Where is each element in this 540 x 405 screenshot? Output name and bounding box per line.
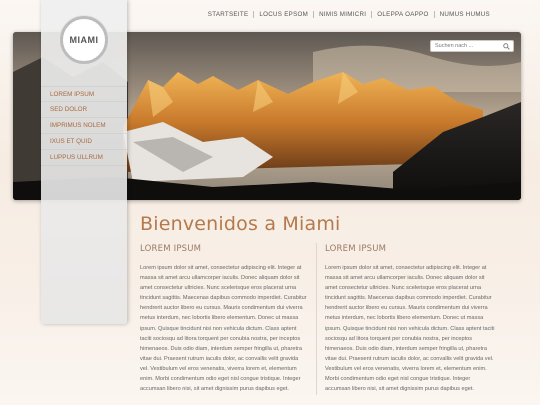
nav-link-numus-humus[interactable]: NUMUS HUMUS	[435, 11, 495, 18]
sidebar-menu: LOREM IPSUM SED DOLOR IMPRIMUS NOLEM IXU…	[41, 86, 127, 166]
nav-link-locus-epsom[interactable]: LOCUS EPSOM	[254, 11, 313, 18]
page-title: Bienvenidos a Miami	[140, 213, 341, 235]
top-navigation: STARTSEITE LOCUS EPSOM NIMIS MIMICRI OLE…	[203, 11, 495, 18]
nav-link-oleppa-oappo[interactable]: OLEPPA OAPPO	[372, 11, 433, 18]
logo-text: MIAMI	[69, 35, 99, 45]
logo[interactable]: MIAMI	[60, 16, 108, 64]
search-icon[interactable]	[503, 43, 510, 50]
sidebar-item-imprimus-nolem[interactable]: IMPRIMUS NOLEM	[41, 118, 127, 134]
sidebar-item-luppus-ullrum[interactable]: LUPPUS ULLRUM	[41, 150, 127, 166]
column-divider	[316, 243, 317, 395]
search-placeholder: Suchen nach ...	[435, 43, 474, 49]
sidebar-item-ixus-et-quid[interactable]: IXUS ET QUID	[41, 134, 127, 150]
sidebar-item-lorem-ipsum[interactable]: LOREM IPSUM	[41, 86, 127, 102]
sidebar: MIAMI LOREM IPSUM SED DOLOR IMPRIMUS NOL…	[41, 0, 127, 324]
nav-link-nimis-mimicri[interactable]: NIMIS MIMICRI	[314, 11, 371, 18]
nav-link-startseite[interactable]: STARTSEITE	[203, 11, 254, 18]
column-heading: LOREM IPSUM	[140, 244, 202, 254]
column-body-text: Lorem ipsum dolor sit amet, consectetur …	[140, 265, 307, 393]
content-column-left: LOREM IPSUM Lorem ipsum dolor sit amet, …	[140, 244, 307, 394]
sidebar-item-sed-dolor[interactable]: SED DOLOR	[41, 102, 127, 118]
search-input[interactable]: Suchen nach ...	[430, 40, 514, 52]
column-heading: LOREM IPSUM	[325, 244, 387, 254]
content-column-right: LOREM IPSUM Lorem ipsum dolor sit amet, …	[325, 244, 495, 394]
column-body-text: Lorem ipsum dolor sit amet, consectetur …	[325, 265, 495, 393]
